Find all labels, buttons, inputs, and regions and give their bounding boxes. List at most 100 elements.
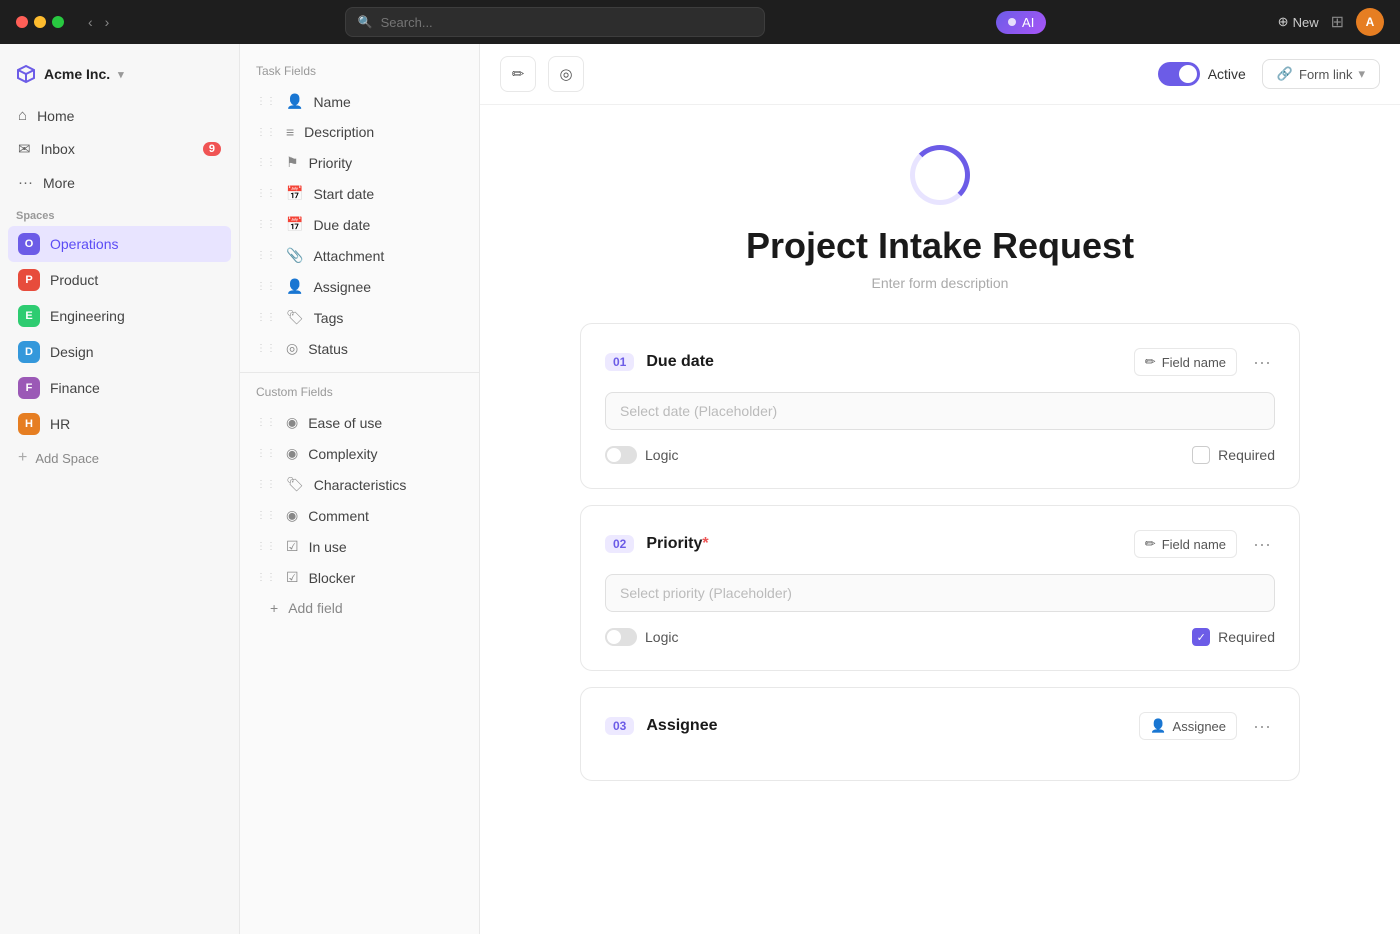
company-logo[interactable]: Acme Inc. ▾ — [0, 56, 239, 100]
new-button[interactable]: ⊕ New — [1278, 14, 1319, 30]
engineering-badge-icon: E — [18, 305, 40, 327]
field-complexity[interactable]: ⋮⋮ ◉ Complexity — [240, 438, 479, 469]
form-link-button[interactable]: 🔗 Form link ▾ — [1262, 59, 1380, 89]
drag-handle-icon: ⋮⋮ — [256, 417, 276, 428]
drag-handle-icon: ⋮⋮ — [256, 572, 276, 583]
required-checkbox-01[interactable] — [1192, 446, 1210, 464]
field-tags[interactable]: ⋮⋮ 🏷 Tags — [240, 302, 479, 333]
drag-handle-icon: ⋮⋮ — [256, 448, 276, 459]
hr-label: HR — [50, 416, 70, 432]
search-input[interactable] — [381, 15, 752, 30]
field-attachment[interactable]: ⋮⋮ 📎 Attachment — [240, 240, 479, 271]
field-tags-label: Tags — [314, 310, 344, 326]
field-priority-label: Priority — [309, 155, 353, 171]
task-fields-label: Task Fields — [240, 60, 479, 86]
sidebar-item-more[interactable]: ··· More — [8, 167, 231, 198]
field-blocker[interactable]: ⋮⋮ ☑ Blocker — [240, 562, 479, 593]
back-button[interactable]: ‹ — [84, 12, 97, 32]
due-date-input-mock[interactable]: Select date (Placeholder) — [605, 392, 1275, 430]
field-status[interactable]: ⋮⋮ ◎ Status — [240, 333, 479, 364]
more-options-01[interactable]: ··· — [1249, 352, 1275, 373]
view-button[interactable]: ◎ — [548, 56, 584, 92]
logic-toggle-switch-01[interactable] — [605, 446, 637, 464]
ai-dot-icon — [1008, 18, 1016, 26]
main-layout: Acme Inc. ▾ ⌂ Home ✉ Inbox 9 ··· More Sp… — [0, 44, 1400, 934]
field-name-button-02[interactable]: ✏ Field name — [1134, 530, 1237, 558]
inbox-icon: ✉ — [18, 140, 31, 158]
sidebar-item-operations[interactable]: O Operations — [8, 226, 231, 262]
sidebar-item-design[interactable]: D Design — [8, 334, 231, 370]
field-start-date[interactable]: ⋮⋮ 📅 Start date — [240, 178, 479, 209]
field-ease-of-use[interactable]: ⋮⋮ ◉ Ease of use — [240, 407, 479, 438]
field-description[interactable]: ⋮⋮ ≡ Description — [240, 117, 479, 147]
field-name-icon: ✏ — [1145, 354, 1156, 370]
form-link-chevron-icon: ▾ — [1358, 66, 1365, 82]
form-description: Enter form description — [580, 275, 1300, 291]
spaces-label: Spaces — [0, 198, 239, 226]
sidebar-item-hr[interactable]: H HR — [8, 406, 231, 442]
drag-handle-icon: ⋮⋮ — [256, 157, 276, 168]
grid-icon[interactable]: ⊞ — [1331, 12, 1344, 32]
drag-handle-icon: ⋮⋮ — [256, 188, 276, 199]
add-space-icon: + — [18, 449, 27, 467]
logic-label-02: Logic — [645, 629, 678, 645]
required-checkbox-02[interactable]: ✓ — [1192, 628, 1210, 646]
active-toggle[interactable] — [1158, 62, 1200, 86]
field-ease-of-use-label: Ease of use — [308, 415, 382, 431]
add-field-button[interactable]: + Add field — [240, 593, 479, 623]
more-options-02[interactable]: ··· — [1249, 534, 1275, 555]
more-options-03[interactable]: ··· — [1249, 716, 1275, 737]
description-field-icon: ≡ — [286, 124, 294, 140]
form-title: Project Intake Request — [580, 225, 1300, 267]
form-card-due-date: 01 Due date ✏ Field name ··· Select date… — [580, 323, 1300, 489]
forward-button[interactable]: › — [101, 12, 114, 32]
field-in-use[interactable]: ⋮⋮ ☑ In use — [240, 531, 479, 562]
assignee-button-03[interactable]: 👤 Assignee — [1139, 712, 1237, 740]
card-title-due-date: Due date — [646, 353, 1121, 371]
field-characteristics[interactable]: ⋮⋮ 🏷 Characteristics — [240, 469, 479, 500]
field-priority[interactable]: ⋮⋮ ⚑ Priority — [240, 147, 479, 178]
priority-input-mock[interactable]: Select priority (Placeholder) — [605, 574, 1275, 612]
finance-badge-icon: F — [18, 377, 40, 399]
ease-of-use-field-icon: ◉ — [286, 414, 298, 431]
tags-field-icon: 🏷 — [286, 309, 304, 326]
logic-toggle-switch-02[interactable] — [605, 628, 637, 646]
field-assignee[interactable]: ⋮⋮ 👤 Assignee — [240, 271, 479, 302]
sidebar: Acme Inc. ▾ ⌂ Home ✉ Inbox 9 ··· More Sp… — [0, 44, 240, 934]
form-link-label: Form link — [1299, 67, 1352, 82]
maximize-control[interactable] — [52, 16, 64, 28]
fields-panel: Task Fields ⋮⋮ 👤 Name ⋮⋮ ≡ Description ⋮… — [240, 44, 480, 934]
sidebar-item-finance[interactable]: F Finance — [8, 370, 231, 406]
add-space-button[interactable]: + Add Space — [0, 442, 239, 474]
finance-label: Finance — [50, 380, 100, 396]
view-icon: ◎ — [559, 65, 572, 83]
search-icon: 🔍 — [358, 15, 373, 29]
field-due-date[interactable]: ⋮⋮ 📅 Due date — [240, 209, 479, 240]
field-name-icon-02: ✏ — [1145, 536, 1156, 552]
minimize-control[interactable] — [34, 16, 46, 28]
form-content: Project Intake Request Enter form descri… — [540, 105, 1340, 934]
field-name-label-01: Field name — [1162, 355, 1226, 370]
sidebar-item-inbox[interactable]: ✉ Inbox 9 — [8, 133, 231, 165]
card-header-assignee: 03 Assignee 👤 Assignee ··· — [605, 712, 1275, 740]
logo-icon — [16, 64, 36, 84]
field-name-button-01[interactable]: ✏ Field name — [1134, 348, 1237, 376]
field-start-date-label: Start date — [313, 186, 374, 202]
sidebar-item-engineering[interactable]: E Engineering — [8, 298, 231, 334]
drag-handle-icon: ⋮⋮ — [256, 250, 276, 261]
ai-label: AI — [1022, 15, 1034, 30]
edit-button[interactable]: ✏ — [500, 56, 536, 92]
sidebar-item-product[interactable]: P Product — [8, 262, 231, 298]
close-control[interactable] — [16, 16, 28, 28]
topbar-right: ⊕ New ⊞ A — [1278, 8, 1384, 36]
attachment-field-icon: 📎 — [286, 247, 303, 264]
assignee-icon-03: 👤 — [1150, 718, 1166, 734]
sidebar-item-home[interactable]: ⌂ Home — [8, 100, 231, 131]
ai-button[interactable]: AI — [996, 11, 1046, 34]
search-bar[interactable]: 🔍 — [345, 7, 765, 37]
engineering-label: Engineering — [50, 308, 125, 324]
field-comment[interactable]: ⋮⋮ ◉ Comment — [240, 500, 479, 531]
field-name[interactable]: ⋮⋮ 👤 Name — [240, 86, 479, 117]
avatar[interactable]: A — [1356, 8, 1384, 36]
required-label-01: Required — [1218, 447, 1275, 463]
